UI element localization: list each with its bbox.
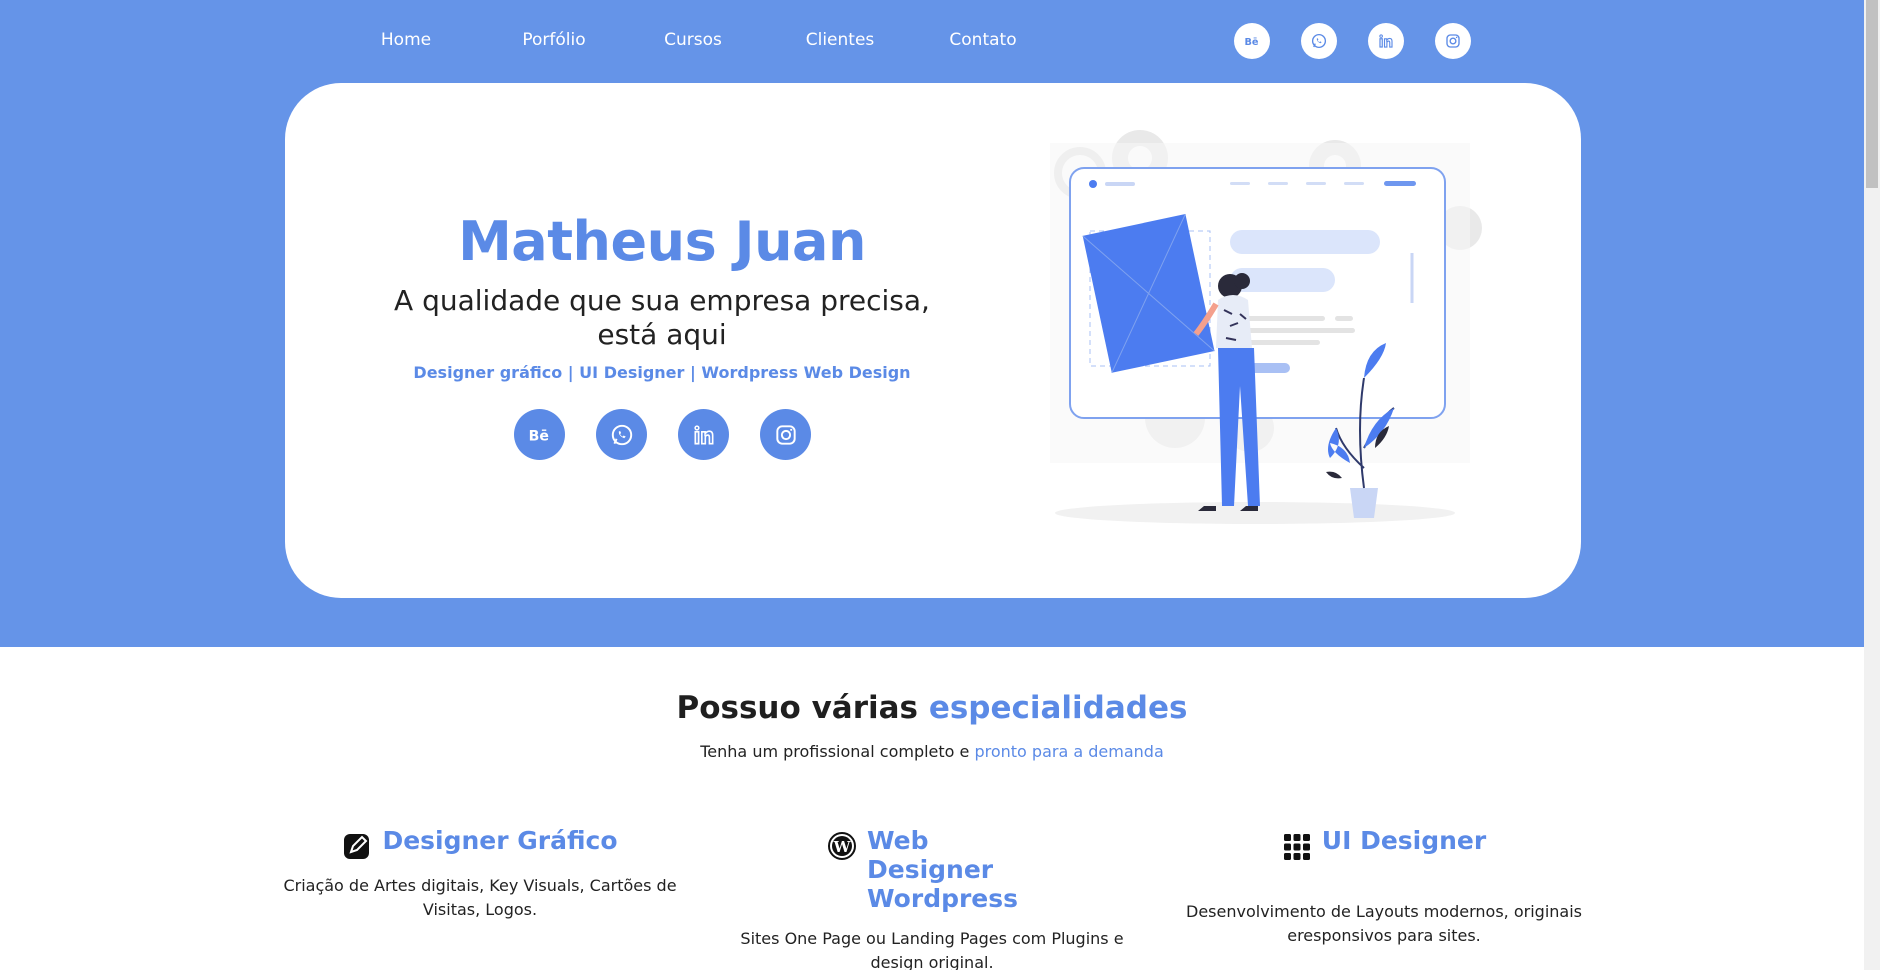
specialties-title-accent: especialidades xyxy=(928,690,1188,726)
nav-portfolio[interactable]: Porfólio xyxy=(522,30,585,50)
behance-icon: Bē xyxy=(1245,37,1259,48)
nav-instagram-button[interactable] xyxy=(1435,23,1471,59)
specialties-subtitle-accent: pronto para a demanda xyxy=(974,742,1164,761)
svg-text:Bē: Bē xyxy=(1245,37,1259,48)
grid-dots-icon xyxy=(1283,834,1310,860)
service-ui-designer: UI Designer Desenvolvimento de Layouts m… xyxy=(1184,826,1584,948)
hero-roles: Designer gráfico | UI Designer | Wordpre… xyxy=(413,363,911,382)
hero-name: Matheus Juan xyxy=(458,210,866,273)
nav-linkedin-button[interactable] xyxy=(1368,23,1404,59)
hero-linkedin-button[interactable] xyxy=(678,409,729,460)
scrollbar-thumb[interactable] xyxy=(1866,0,1878,188)
service-title: UI Designer xyxy=(1321,826,1487,855)
nav-contato[interactable]: Contato xyxy=(949,30,1016,50)
wordpress-icon: W xyxy=(828,832,856,860)
whatsapp-icon xyxy=(611,424,632,445)
nav-whatsapp-button[interactable] xyxy=(1301,23,1337,59)
hero-instagram-button[interactable] xyxy=(760,409,811,460)
service-web-designer: W Web Designer Wordpress Sites One Page … xyxy=(732,826,1132,970)
nav-cursos[interactable]: Cursos xyxy=(664,30,722,50)
whatsapp-icon xyxy=(1311,33,1327,49)
hero-illustration xyxy=(1050,130,1482,524)
page: Home Porfólio Cursos Clientes Contato Bē… xyxy=(0,0,1880,970)
instagram-icon xyxy=(1446,34,1460,48)
nav-clientes[interactable]: Clientes xyxy=(806,30,875,50)
linkedin-icon xyxy=(1379,34,1393,48)
nav-behance-button[interactable]: Bē xyxy=(1234,23,1270,59)
service-graphic-design: Designer Gráfico Criação de Artes digita… xyxy=(280,826,680,922)
specialties-subtitle-plain: Tenha um profissional completo e xyxy=(700,742,975,761)
behance-icon: Bē xyxy=(528,428,548,444)
instagram-icon xyxy=(775,424,796,445)
specialties-title-plain: Possuo várias xyxy=(676,690,929,726)
service-description: Sites One Page ou Landing Pages com Plug… xyxy=(740,929,1124,970)
service-title: Web Designer Wordpress xyxy=(867,826,1019,913)
top-nav: Home Porfólio Cursos Clientes Contato Bē xyxy=(0,0,1864,82)
hero-behance-button[interactable]: Bē xyxy=(514,409,565,460)
service-title: Designer Gráfico xyxy=(382,826,618,855)
linkedin-icon xyxy=(693,424,713,445)
svg-text:Bē: Bē xyxy=(528,428,548,444)
specialties-title: Possuo várias especialidades xyxy=(0,690,1864,726)
nav-home[interactable]: Home xyxy=(381,30,431,50)
hero-whatsapp-button[interactable] xyxy=(596,409,647,460)
page-scrollbar[interactable] xyxy=(1864,0,1880,970)
hero-tagline: A qualidade que sua empresa precisa, est… xyxy=(394,284,930,351)
pen-square-icon xyxy=(344,834,370,859)
service-description: Desenvolvimento de Layouts modernos, ori… xyxy=(1186,902,1582,945)
specialties-subtitle: Tenha um profissional completo e pronto … xyxy=(0,742,1864,761)
service-description: Criação de Artes digitais, Key Visuals, … xyxy=(283,876,677,919)
svg-text:W: W xyxy=(833,838,852,856)
